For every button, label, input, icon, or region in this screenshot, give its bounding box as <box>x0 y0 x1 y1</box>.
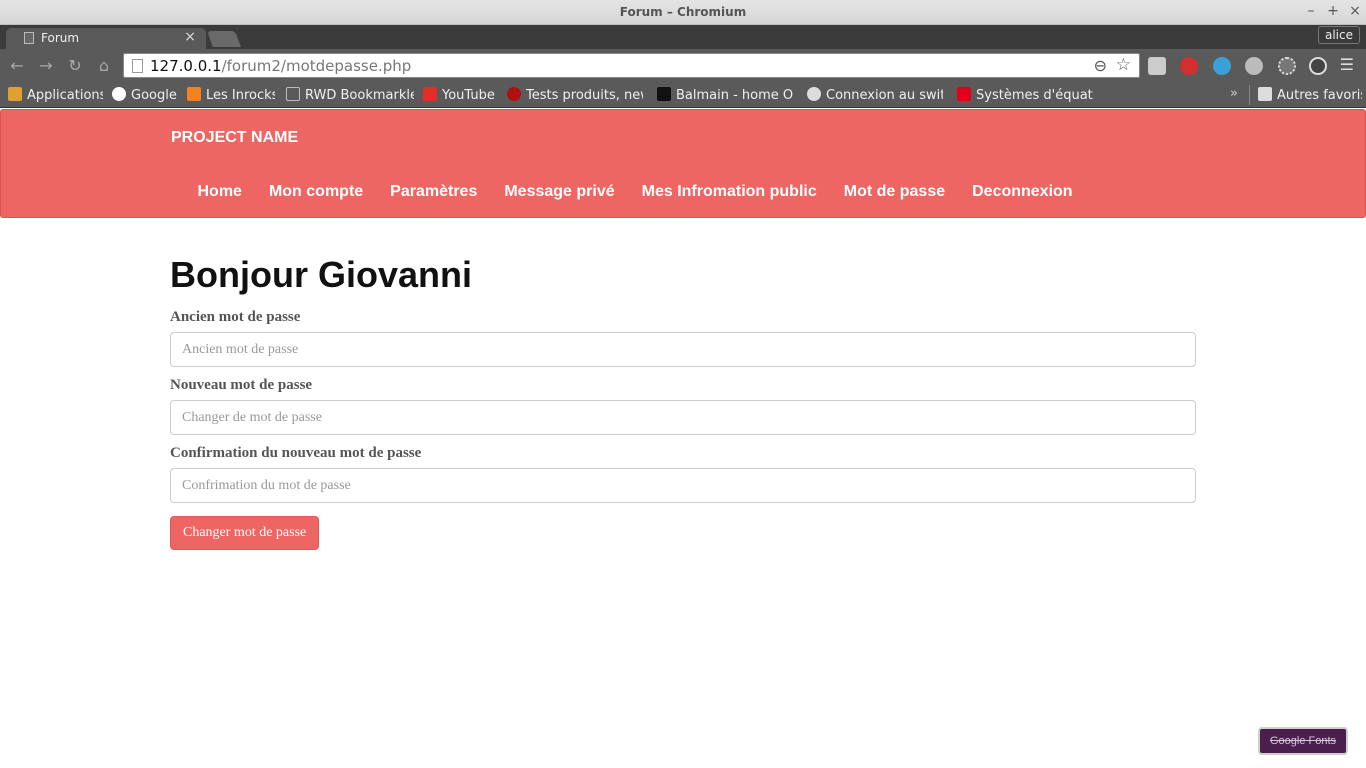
confirm-password-input[interactable] <box>170 468 1196 503</box>
tab-close-icon[interactable]: × <box>184 29 196 45</box>
maximize-button[interactable]: + <box>1324 3 1342 19</box>
page-title: Bonjour Giovanni <box>170 254 472 295</box>
nav-deconnexion[interactable]: Deconnexion <box>959 183 1086 201</box>
bookmark-item[interactable]: Balmain - home On <box>657 87 793 103</box>
balmain-icon <box>657 87 671 101</box>
old-password-group: Ancien mot de passe <box>170 309 1196 367</box>
page-icon <box>24 32 34 44</box>
old-password-input[interactable] <box>170 332 1196 367</box>
other-bookmarks-folder[interactable]: Autres favoris <box>1258 87 1362 103</box>
extension-icon[interactable] <box>1148 57 1166 75</box>
nav-home[interactable]: Home <box>184 183 255 201</box>
main-content: Bonjour Giovanni Ancien mot de passe Nou… <box>170 254 1196 550</box>
bookmark-item[interactable]: YouTube <box>423 87 497 103</box>
nav-mon-compte[interactable]: Mon compte <box>255 183 376 201</box>
minimize-button[interactable]: – <box>1302 3 1320 19</box>
site-navbar: PROJECT NAME Home Mon compte Paramètres … <box>0 109 1366 218</box>
more-bookmarks-chevron-icon[interactable]: » <box>1230 86 1238 101</box>
nav-parametres[interactable]: Paramètres <box>377 183 491 201</box>
forward-icon[interactable]: → <box>36 56 56 76</box>
new-password-group: Nouveau mot de passe <box>170 377 1196 435</box>
window-titlebar: Forum – Chromium – + × <box>0 0 1366 25</box>
window-title: Forum – Chromium <box>619 5 747 19</box>
address-bar[interactable]: 127.0.0.1/forum2/motdepasse.php ⊖ ☆ <box>123 53 1140 78</box>
bookmark-star-icon[interactable]: ☆ <box>1116 55 1131 75</box>
profile-badge[interactable]: alice <box>1317 26 1360 44</box>
bookmark-item[interactable]: Connexion au switc <box>807 87 943 103</box>
shield-icon <box>807 87 821 101</box>
confirm-password-label: Confirmation du nouveau mot de passe <box>170 445 422 461</box>
brand-link[interactable]: PROJECT NAME <box>171 129 298 147</box>
close-window-button[interactable]: × <box>1346 3 1364 19</box>
extension-network-icon[interactable] <box>1278 57 1296 75</box>
main-nav: Home Mon compte Paramètres Message privé… <box>184 183 1086 201</box>
youtube-icon <box>423 87 437 101</box>
divider <box>1249 85 1250 105</box>
url-text[interactable]: 127.0.0.1/forum2/motdepasse.php <box>150 57 411 75</box>
reload-icon[interactable]: ↻ <box>65 56 85 76</box>
google-fonts-badge[interactable]: Google Fonts <box>1258 727 1348 755</box>
nav-message-prive[interactable]: Message privé <box>491 183 628 201</box>
bookmark-item[interactable]: Les Inrocks <box>187 87 275 103</box>
adblock-icon[interactable] <box>1180 57 1198 75</box>
new-password-input[interactable] <box>170 400 1196 435</box>
browser-toolbar: ← → ↻ ⌂ 127.0.0.1/forum2/motdepasse.php … <box>0 49 1366 82</box>
bookmark-item[interactable]: RWD Bookmarklet <box>286 87 414 103</box>
ghostery-icon[interactable] <box>1213 57 1231 75</box>
back-icon[interactable]: ← <box>7 56 27 76</box>
page-icon <box>132 59 143 73</box>
bookmark-item[interactable]: Systèmes d'équatio <box>957 87 1094 103</box>
extension-m-icon[interactable] <box>1245 57 1263 75</box>
page-icon <box>286 87 300 101</box>
url-host: 127.0.0.1 <box>150 57 222 75</box>
nav-informations-public[interactable]: Mes Infromation public <box>628 183 830 201</box>
menu-icon[interactable]: ☰ <box>1340 55 1354 74</box>
url-path: /forum2/motdepasse.php <box>221 57 412 75</box>
tab-strip: Forum × <box>0 25 1366 49</box>
change-password-button[interactable]: Changer mot de passe <box>170 516 320 550</box>
tab-forum[interactable]: Forum × <box>6 28 206 49</box>
new-tab-button[interactable] <box>207 31 241 47</box>
zoom-icon[interactable]: ⊖ <box>1094 56 1107 75</box>
tab-label: Forum <box>41 31 80 45</box>
new-password-label: Nouveau mot de passe <box>170 377 313 393</box>
extension-target-icon[interactable] <box>1309 57 1327 75</box>
nav-mot-de-passe[interactable]: Mot de passe <box>830 183 958 201</box>
inrocks-icon <box>187 87 201 101</box>
folder-icon <box>1258 87 1272 101</box>
apps-grid-icon <box>8 87 22 101</box>
free-icon <box>957 87 971 101</box>
bookmark-item[interactable]: Applications <box>8 87 103 103</box>
bookmark-item[interactable]: Tests produits, new <box>507 87 643 103</box>
site-icon <box>507 87 521 101</box>
confirm-password-group: Confirmation du nouveau mot de passe <box>170 445 1196 503</box>
bookmark-item[interactable]: Google <box>112 87 177 103</box>
home-icon[interactable]: ⌂ <box>94 56 114 76</box>
old-password-label: Ancien mot de passe <box>170 309 301 325</box>
bookmarks-bar: Applications Google Les Inrocks RWD Book… <box>0 82 1366 108</box>
google-icon <box>112 87 126 101</box>
